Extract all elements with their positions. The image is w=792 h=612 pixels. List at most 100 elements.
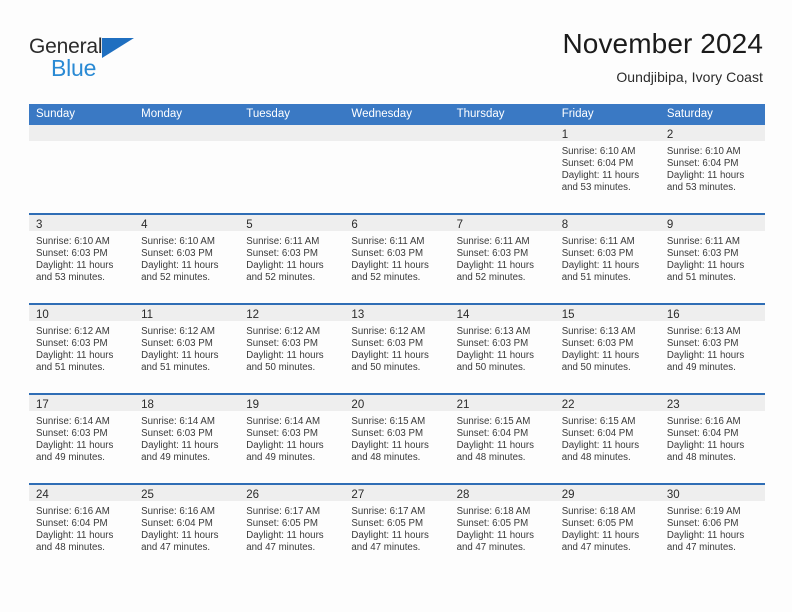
calendar-day-cell[interactable]: 19 Sunrise: 6:14 AM Sunset: 6:03 PM Dayligh… (239, 395, 345, 483)
daylight-text: Daylight: 11 hours and 53 minutes. (36, 260, 114, 283)
logo-word-blue: Blue (51, 55, 97, 81)
day-details: Sunrise: 6:11 AM Sunset: 6:03 PM Daylight:… (555, 231, 660, 284)
calendar-day-cell[interactable]: 8 Sunrise: 6:11 AM Sunset: 6:03 PM Daylight… (554, 215, 660, 303)
logo-word-general: General (29, 35, 103, 58)
sunrise-text: Sunrise: 6:11 AM (666, 236, 740, 248)
weekday-header-friday: Friday (561, 108, 594, 121)
sunset-text: Sunset: 6:04 PM (666, 158, 739, 170)
calendar-day-cell[interactable]: 24 Sunrise: 6:16 AM Sunset: 6:04 PM Dayligh… (29, 485, 135, 573)
day-number: 2 (666, 129, 674, 142)
sunset-text: Sunset: 6:03 PM (456, 248, 529, 260)
day-number-band: 18 (134, 395, 240, 412)
daylight-text: Daylight: 11 hours and 50 minutes. (456, 350, 534, 373)
day-number-band: 11 (134, 305, 240, 322)
daylight-text: Daylight: 11 hours and 53 minutes. (666, 170, 745, 193)
sunset-text: Sunset: 6:06 PM (666, 518, 739, 530)
calendar-day-cell[interactable]: 11 Sunrise: 6:12 AM Sunset: 6:03 PM Dayligh… (134, 305, 240, 393)
calendar-day-cell[interactable]: 21 Sunrise: 6:15 AM Sunset: 6:04 PM Dayligh… (449, 395, 555, 483)
daylight-text: Daylight: 11 hours and 51 minutes. (141, 350, 219, 373)
sunrise-text: Sunrise: 6:17 AM (246, 506, 321, 518)
day-details: Sunrise: 6:12 AM Sunset: 6:03 PM Daylight:… (29, 321, 134, 374)
calendar-day-cell[interactable]: 16 Sunrise: 6:13 AM Sunset: 6:03 PM Dayligh… (659, 305, 765, 393)
sunset-text: Sunset: 6:05 PM (456, 518, 529, 530)
calendar-day-cell[interactable]: 3 Sunrise: 6:10 AM Sunset: 6:03 PM Daylight… (29, 215, 135, 303)
day-number: 4 (141, 219, 148, 232)
sunrise-text: Sunrise: 6:15 AM (456, 416, 531, 428)
calendar-day-cell[interactable]: 13 Sunrise: 6:12 AM Sunset: 6:03 PM Dayligh… (344, 305, 450, 393)
day-details: Sunrise: 6:14 AM Sunset: 6:03 PM Daylight:… (239, 411, 344, 464)
triangle-icon (102, 38, 134, 58)
sunset-text: Sunset: 6:04 PM (561, 428, 634, 440)
title-block: November 2024 Oundjibipa, Ivory Coast (562, 28, 765, 85)
calendar-day-cell[interactable]: 17 Sunrise: 6:14 AM Sunset: 6:03 PM Dayligh… (29, 395, 135, 483)
day-details: Sunrise: 6:14 AM Sunset: 6:03 PM Daylight:… (29, 411, 134, 464)
day-details: Sunrise: 6:12 AM Sunset: 6:03 PM Daylight:… (239, 321, 344, 374)
day-details: Sunrise: 6:10 AM Sunset: 6:04 PM Daylight:… (555, 141, 660, 194)
daylight-text: Daylight: 11 hours and 47 minutes. (351, 530, 429, 553)
daylight-text: Daylight: 11 hours and 47 minutes. (561, 530, 640, 553)
day-number-band: 21 (449, 395, 555, 412)
day-number: 11 (141, 309, 154, 322)
calendar-day-cell[interactable]: 12 Sunrise: 6:12 AM Sunset: 6:03 PM Dayligh… (239, 305, 345, 393)
sunrise-text: Sunrise: 6:12 AM (141, 326, 215, 338)
daylight-text: Daylight: 11 hours and 48 minutes. (666, 440, 745, 463)
sunset-text: Sunset: 6:03 PM (351, 248, 424, 260)
calendar-day-cell-empty (239, 125, 345, 213)
calendar-day-cell[interactable]: 27 Sunrise: 6:17 AM Sunset: 6:05 PM Dayligh… (344, 485, 450, 573)
calendar-day-cell[interactable]: 18 Sunrise: 6:14 AM Sunset: 6:03 PM Dayligh… (134, 395, 240, 483)
calendar-day-cell[interactable]: 26 Sunrise: 6:17 AM Sunset: 6:05 PM Dayligh… (239, 485, 345, 573)
calendar-day-cell[interactable]: 29 Sunrise: 6:18 AM Sunset: 6:05 PM Dayligh… (554, 485, 660, 573)
day-number: 6 (351, 219, 358, 232)
calendar-day-cell[interactable]: 2 Sunrise: 6:10 AM Sunset: 6:04 PM Daylight… (659, 125, 765, 213)
calendar-day-cell[interactable]: 4 Sunrise: 6:10 AM Sunset: 6:03 PM Daylight… (134, 215, 240, 303)
sunset-text: Sunset: 6:03 PM (141, 248, 213, 260)
day-number-band: 7 (449, 215, 555, 232)
calendar-day-cell[interactable]: 10 Sunrise: 6:12 AM Sunset: 6:03 PM Dayligh… (29, 305, 135, 393)
day-details: Sunrise: 6:16 AM Sunset: 6:04 PM Daylight:… (134, 501, 239, 554)
sunrise-text: Sunrise: 6:13 AM (456, 326, 531, 338)
weekday-header-sunday: Sunday (36, 108, 76, 121)
calendar-day-cell[interactable]: 9 Sunrise: 6:11 AM Sunset: 6:03 PM Daylight… (659, 215, 765, 303)
calendar-day-cell[interactable]: 25 Sunrise: 6:16 AM Sunset: 6:04 PM Dayligh… (134, 485, 240, 573)
day-details: Sunrise: 6:19 AM Sunset: 6:06 PM Daylight:… (660, 501, 765, 554)
day-number: 20 (351, 399, 365, 412)
day-number-band: 29 (554, 485, 660, 502)
day-number: 30 (666, 489, 680, 502)
daylight-text: Daylight: 11 hours and 52 minutes. (351, 260, 429, 283)
day-number-band (29, 125, 135, 142)
calendar-day-cell[interactable]: 14 Sunrise: 6:13 AM Sunset: 6:03 PM Dayligh… (449, 305, 555, 393)
location-subtitle: Oundjibipa, Ivory Coast (616, 69, 763, 86)
sunrise-text: Sunrise: 6:15 AM (561, 416, 636, 428)
calendar-day-cell[interactable]: 15 Sunrise: 6:13 AM Sunset: 6:03 PM Dayligh… (554, 305, 660, 393)
daylight-text: Daylight: 11 hours and 50 minutes. (351, 350, 429, 373)
day-number: 5 (246, 219, 253, 232)
sunrise-text: Sunrise: 6:12 AM (246, 326, 321, 338)
sunrise-text: Sunrise: 6:13 AM (561, 326, 636, 338)
day-details: Sunrise: 6:16 AM Sunset: 6:04 PM Daylight:… (29, 501, 134, 554)
calendar-day-cell[interactable]: 22 Sunrise: 6:15 AM Sunset: 6:04 PM Dayligh… (554, 395, 660, 483)
day-number-band (449, 125, 555, 142)
day-number-band: 19 (239, 395, 345, 412)
sunrise-text: Sunrise: 6:14 AM (246, 416, 321, 428)
day-number: 13 (351, 309, 365, 322)
sunrise-text: Sunrise: 6:16 AM (666, 416, 741, 428)
weekday-header-row: Sunday Monday Tuesday Wednesday Thursday Frid… (29, 104, 765, 126)
sunrise-text: Sunrise: 6:18 AM (456, 506, 531, 518)
daylight-text: Daylight: 11 hours and 48 minutes. (456, 440, 534, 463)
calendar-day-cell[interactable]: 28 Sunrise: 6:18 AM Sunset: 6:05 PM Dayligh… (449, 485, 555, 573)
calendar-day-cell[interactable]: 1 Sunrise: 6:10 AM Sunset: 6:04 PM Daylight… (554, 125, 660, 213)
calendar-day-cell[interactable]: 20 Sunrise: 6:15 AM Sunset: 6:03 PM Dayligh… (344, 395, 450, 483)
calendar-day-cell[interactable]: 6 Sunrise: 6:11 AM Sunset: 6:03 PM Daylight… (344, 215, 450, 303)
calendar-day-cell[interactable]: 7 Sunrise: 6:11 AM Sunset: 6:03 PM Daylight… (449, 215, 555, 303)
weekday-header-tuesday: Tuesday (246, 108, 290, 121)
calendar-day-cell[interactable]: 5 Sunrise: 6:11 AM Sunset: 6:03 PM Daylight… (239, 215, 345, 303)
day-number: 26 (246, 489, 260, 502)
day-number: 15 (561, 309, 575, 322)
sunset-text: Sunset: 6:04 PM (666, 428, 739, 440)
calendar-day-cell[interactable]: 30 Sunrise: 6:19 AM Sunset: 6:06 PM Dayligh… (659, 485, 765, 573)
sunset-text: Sunset: 6:03 PM (666, 248, 739, 260)
daylight-text: Daylight: 11 hours and 49 minutes. (246, 440, 324, 463)
sunrise-text: Sunrise: 6:14 AM (141, 416, 215, 428)
sunset-text: Sunset: 6:03 PM (141, 428, 213, 440)
calendar-day-cell[interactable]: 23 Sunrise: 6:16 AM Sunset: 6:04 PM Dayligh… (659, 395, 765, 483)
